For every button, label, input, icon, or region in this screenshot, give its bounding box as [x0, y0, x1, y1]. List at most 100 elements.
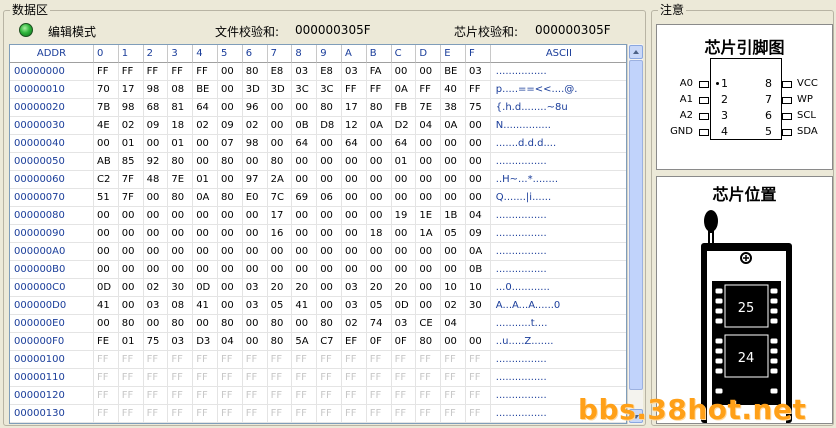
hex-byte-cell[interactable]: 80 [267, 315, 293, 333]
hex-byte-cell[interactable]: 00 [118, 207, 144, 225]
hex-byte-cell[interactable]: 00 [118, 297, 144, 315]
hex-byte-cell[interactable]: 00 [168, 261, 194, 279]
hex-byte-cell[interactable]: 00 [143, 189, 169, 207]
hex-byte-cell[interactable]: 00 [292, 153, 318, 171]
hex-byte-cell[interactable]: 0A [466, 243, 491, 261]
hex-byte-cell[interactable]: 41 [292, 297, 318, 315]
hex-byte-cell[interactable]: D3 [193, 333, 218, 351]
hex-byte-cell[interactable]: 00 [391, 225, 417, 243]
hex-byte-cell[interactable]: FF [391, 369, 417, 387]
hex-byte-cell[interactable]: 00 [416, 171, 442, 189]
hex-byte-cell[interactable]: FF [292, 405, 318, 423]
hex-byte-cell[interactable]: 00 [416, 63, 442, 81]
hex-byte-cell[interactable]: 80 [168, 153, 194, 171]
hex-byte-cell[interactable]: 00 [242, 315, 268, 333]
hex-byte-cell[interactable]: FF [466, 387, 491, 405]
hex-byte-cell[interactable]: FF [416, 387, 442, 405]
hex-byte-cell[interactable]: FF [94, 387, 119, 405]
hex-byte-cell[interactable]: FF [193, 405, 218, 423]
table-row[interactable]: 00000040 00 01 00 01 00 07 98 00 64 00 64 00 64 00 00 00… [10, 135, 626, 153]
hex-byte-cell[interactable]: FF [242, 387, 268, 405]
hex-byte-cell[interactable]: 00 [342, 207, 367, 225]
hex-byte-cell[interactable]: FF [292, 387, 318, 405]
table-row[interactable]: 00000060 C2 7F 48 7E 01 00 97 2A 00 00 00 00 00 00 00 00… [10, 171, 626, 189]
hex-byte-cell[interactable]: 80 [218, 189, 243, 207]
hex-byte-cell[interactable]: 00 [168, 225, 194, 243]
hex-byte-cell[interactable]: 00 [168, 207, 194, 225]
ascii-cell[interactable]: ................ [490, 63, 626, 81]
hex-byte-cell[interactable]: FF [168, 387, 194, 405]
hex-byte-cell[interactable]: 00 [317, 297, 342, 315]
hex-byte-cell[interactable]: D8 [317, 117, 342, 135]
table-row[interactable]: 000000D0 41 00 03 08 41 00 03 05 41 00 03 05 0D 00 02 30… [10, 297, 626, 315]
hex-byte-cell[interactable]: 00 [366, 207, 392, 225]
hex-byte-cell[interactable]: FF [267, 351, 293, 369]
hex-byte-cell[interactable]: 00 [391, 189, 417, 207]
table-row[interactable]: 00000090 00 00 00 00 00 00 00 16 00 00 00 18 00 1A 05 09… [10, 225, 626, 243]
hex-byte-cell[interactable]: 00 [267, 99, 293, 117]
hex-byte-cell[interactable]: 64 [193, 99, 218, 117]
ascii-cell[interactable]: N............... [490, 117, 626, 135]
hex-byte-cell[interactable]: E8 [317, 63, 342, 81]
hex-byte-cell[interactable]: 80 [267, 333, 293, 351]
hex-byte-cell[interactable]: 09 [218, 117, 243, 135]
hex-byte-cell[interactable]: 00 [317, 207, 342, 225]
hex-byte-cell[interactable]: 0B [292, 117, 318, 135]
hex-byte-cell[interactable]: FF [242, 405, 268, 423]
hex-byte-cell[interactable]: 05 [441, 225, 466, 243]
hex-byte-cell[interactable]: 02 [342, 315, 367, 333]
hex-byte-cell[interactable]: 00 [292, 315, 318, 333]
hex-byte-cell[interactable]: 80 [242, 63, 268, 81]
table-row[interactable]: 000000A0 00 00 00 00 00 00 00 00 00 00 00 00 00 00 00 0A… [10, 243, 626, 261]
table-row[interactable]: 00000120 FF FF FF FF FF FF FF FF FF FF FF FF FF FF FF FF… [10, 387, 626, 405]
hex-byte-cell[interactable]: 00 [416, 261, 442, 279]
hex-byte-cell[interactable]: 80 [267, 153, 293, 171]
hex-byte-cell[interactable]: 00 [391, 243, 417, 261]
vertical-scrollbar[interactable] [627, 44, 643, 424]
hex-byte-cell[interactable]: 08 [168, 81, 194, 99]
hex-byte-cell[interactable]: 00 [193, 261, 218, 279]
hex-byte-cell[interactable]: FF [218, 351, 243, 369]
hex-byte-cell[interactable]: FF [366, 351, 392, 369]
hex-byte-cell[interactable]: 96 [242, 99, 268, 117]
hex-byte-cell[interactable]: 80 [218, 315, 243, 333]
hex-byte-cell[interactable]: 02 [441, 297, 466, 315]
hex-byte-cell[interactable]: 98 [118, 99, 144, 117]
hex-byte-cell[interactable]: 00 [441, 333, 466, 351]
hex-byte-cell[interactable]: FF [342, 387, 367, 405]
hex-byte-cell[interactable]: 00 [416, 279, 442, 297]
hex-byte-cell[interactable]: EF [342, 333, 367, 351]
hex-byte-cell[interactable]: 02 [118, 117, 144, 135]
hex-byte-cell[interactable]: E0 [242, 189, 268, 207]
hex-byte-cell[interactable]: 30 [466, 297, 491, 315]
hex-byte-cell[interactable]: 97 [242, 171, 268, 189]
hex-byte-cell[interactable]: 00 [292, 243, 318, 261]
hex-byte-cell[interactable]: FF [416, 351, 442, 369]
hex-byte-cell[interactable]: 40 [441, 81, 466, 99]
hex-byte-cell[interactable]: 17 [267, 207, 293, 225]
hex-byte-cell[interactable]: 00 [292, 261, 318, 279]
hex-byte-cell[interactable]: 03 [342, 279, 367, 297]
hex-byte-cell[interactable]: 80 [317, 99, 342, 117]
hex-byte-cell[interactable]: 00 [317, 279, 342, 297]
hex-byte-cell[interactable]: 1A [416, 225, 442, 243]
hex-byte-cell[interactable]: 09 [143, 117, 169, 135]
hex-byte-cell[interactable]: D2 [391, 117, 417, 135]
hex-byte-cell[interactable]: FF [143, 63, 169, 81]
hex-byte-cell[interactable]: 20 [366, 279, 392, 297]
hex-byte-cell[interactable]: 00 [193, 225, 218, 243]
hex-byte-cell[interactable]: 00 [317, 225, 342, 243]
hex-byte-cell[interactable]: 00 [267, 243, 293, 261]
hex-byte-cell[interactable]: 00 [366, 243, 392, 261]
hex-byte-cell[interactable]: 00 [242, 261, 268, 279]
hex-byte-cell[interactable]: FF [317, 405, 342, 423]
hex-byte-cell[interactable]: 75 [143, 333, 169, 351]
hex-byte-cell[interactable]: FF [168, 351, 194, 369]
hex-byte-cell[interactable]: 00 [366, 261, 392, 279]
hex-byte-cell[interactable]: 00 [292, 207, 318, 225]
hex-byte-cell[interactable]: 00 [441, 243, 466, 261]
hex-byte-cell[interactable]: 20 [292, 279, 318, 297]
ascii-cell[interactable]: Q.......|i...... [490, 189, 626, 207]
scroll-up-button[interactable] [629, 45, 643, 59]
hex-byte-cell[interactable]: 41 [193, 297, 218, 315]
